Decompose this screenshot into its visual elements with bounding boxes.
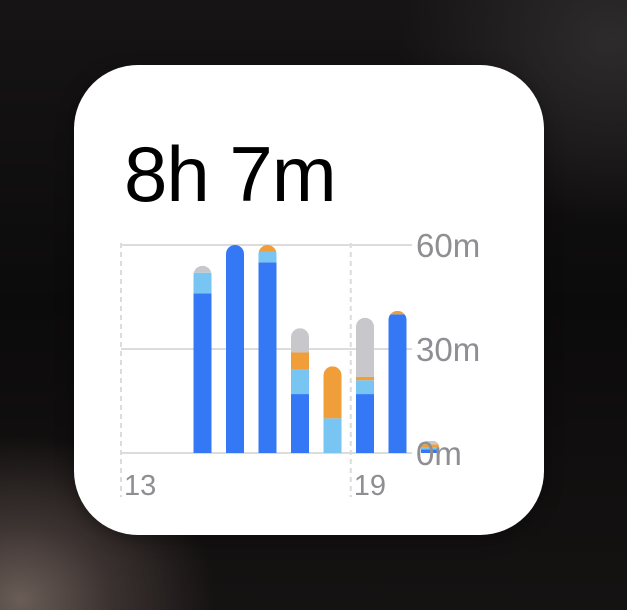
bar-segment [356,380,374,395]
x-tick-label: 19 [354,470,386,502]
bar-16 [258,245,277,453]
bar-14 [193,265,212,453]
bar-segment [356,376,374,381]
bar-segment [356,394,374,453]
bar-segment [258,262,277,453]
bar-18 [323,366,342,453]
bar-19 [356,317,374,453]
bar-20 [388,310,407,453]
bar-segment [323,418,342,453]
bar-segment [388,314,407,453]
bar-segment [291,352,309,370]
y-tick-label: 30m [416,331,480,368]
bar-segment [356,317,374,377]
y-tick-label: 0m [416,435,462,472]
bar-15 [226,245,244,453]
bar-segment [388,310,407,315]
bar-segment [193,272,212,294]
usage-bar-chart: 60m 30m 0m 13 19 [120,227,480,502]
y-tick-label: 60m [416,227,480,264]
bar-segment [291,328,309,353]
x-tick-label: 13 [124,470,156,502]
bar-segment [291,394,309,453]
bar-segment [193,293,212,453]
bar-segment [258,251,277,263]
bar-segment [291,369,309,395]
bar-segment [226,245,244,453]
bar-segment [258,245,277,252]
bar-segment [323,366,342,419]
bar-17 [291,328,309,453]
bar-segment [193,265,212,273]
screen-time-widget[interactable]: 8h 7m 60m 30m 0m 13 19 [74,65,544,535]
